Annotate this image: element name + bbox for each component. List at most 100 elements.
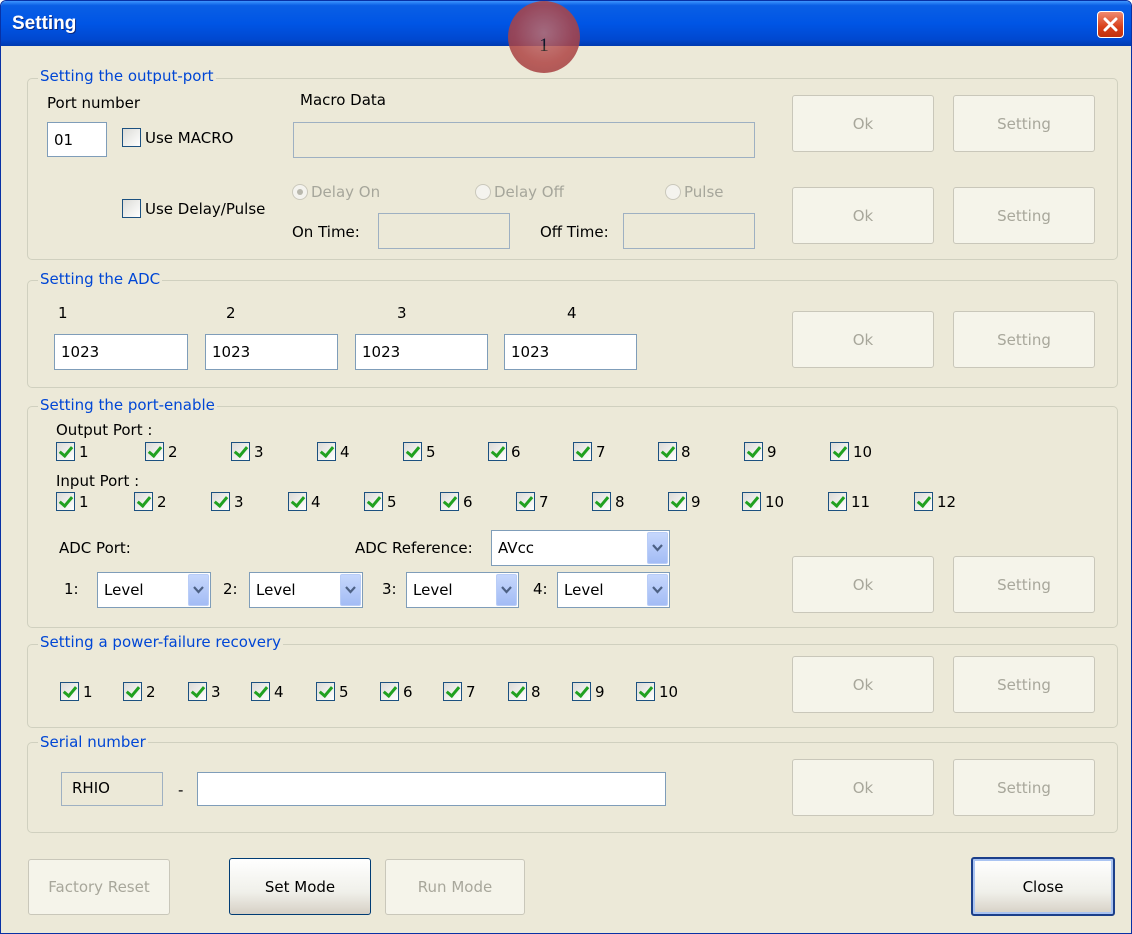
use-delay-pulse-checkbox[interactable]: Use Delay/Pulse [122,199,265,218]
adc-setting-button[interactable]: Setting [953,311,1095,368]
adc-mode-dropdown-2[interactable]: Level [249,572,363,608]
output-port-checkbox-8[interactable]: 8 [658,442,691,461]
input-port-checkbox-5[interactable]: 5 [364,492,397,511]
power-failure-checkbox-4[interactable]: 4 [251,682,284,701]
adc-label-1: 1 [58,304,68,322]
input-port-checkbox-11[interactable]: 11 [828,492,870,511]
input-port-checkbox-6[interactable]: 6 [440,492,473,511]
annotation-marker-label: 1 [539,35,549,56]
power-failure-checkbox-9[interactable]: 9 [572,682,605,701]
serial-number-input[interactable] [197,772,666,806]
input-port-checkbox-4[interactable]: 4 [288,492,321,511]
off-time-label: Off Time: [540,223,609,241]
delay-on-radio[interactable]: Delay On [292,183,380,201]
adc-mode-label-1: 1: [64,580,79,598]
serial-ok-button[interactable]: Ok [792,759,934,816]
macro-data-input[interactable] [293,122,755,158]
on-time-input[interactable] [378,213,510,249]
output-port-checkbox-label: 2 [168,442,178,461]
power-failure-setting-button[interactable]: Setting [953,656,1095,713]
output-macro-ok-button[interactable]: Ok [792,95,934,152]
port-enable-setting-button[interactable]: Setting [953,556,1095,613]
checkbox-checked-icon [742,492,761,511]
input-port-checkbox-12[interactable]: 12 [914,492,956,511]
port-enable-ok-button[interactable]: Ok [792,556,934,613]
input-port-checkbox-9[interactable]: 9 [668,492,701,511]
adc-input-3[interactable]: 1023 [355,334,488,370]
use-macro-label: Use MACRO [145,128,234,147]
checkbox-checked-icon [288,492,307,511]
close-window-button[interactable] [1097,11,1124,38]
output-macro-setting-button[interactable]: Setting [953,95,1095,152]
power-failure-checkbox-label: 7 [466,682,476,701]
input-port-checkbox-label: 8 [615,492,625,511]
input-port-checkbox-3[interactable]: 3 [211,492,244,511]
adc-mode-dropdown-1[interactable]: Level [97,572,211,608]
close-icon [1103,17,1118,32]
factory-reset-button[interactable]: Factory Reset [28,859,170,915]
output-port-checkbox-label: 9 [767,442,777,461]
power-failure-ok-button[interactable]: Ok [792,656,934,713]
chevron-down-icon[interactable] [496,574,517,606]
adc-mode-dropdown-4[interactable]: Level [557,572,670,608]
delay-off-radio[interactable]: Delay Off [475,183,564,201]
serial-setting-button[interactable]: Setting [953,759,1095,816]
input-port-checkbox-2[interactable]: 2 [134,492,167,511]
adc-input-4[interactable]: 1023 [504,334,637,370]
power-failure-checkbox-1[interactable]: 1 [60,682,93,701]
run-mode-button[interactable]: Run Mode [385,859,525,915]
adc-mode-value-2: Level [256,581,296,599]
pulse-radio[interactable]: Pulse [665,183,724,201]
power-failure-checkbox-6[interactable]: 6 [380,682,413,701]
power-failure-checkbox-5[interactable]: 5 [316,682,349,701]
set-mode-button[interactable]: Set Mode [229,858,371,915]
output-port-checkbox-2[interactable]: 2 [145,442,178,461]
chevron-down-icon[interactable] [647,532,668,564]
checkbox-checked-icon [211,492,230,511]
close-button[interactable]: Close [971,857,1115,916]
input-port-checkbox-label: 2 [157,492,167,511]
output-port-checkbox-9[interactable]: 9 [744,442,777,461]
adc-mode-dropdown-3[interactable]: Level [406,572,519,608]
output-port-label: Output Port : [56,421,153,439]
serial-number-legend: Serial number [38,733,148,751]
power-failure-checkbox-8[interactable]: 8 [508,682,541,701]
input-port-checkbox-7[interactable]: 7 [516,492,549,511]
delay-on-label: Delay On [311,183,381,201]
output-port-checkbox-1[interactable]: 1 [56,442,89,461]
checkbox-checked-icon [488,442,507,461]
power-failure-checkbox-2[interactable]: 2 [123,682,156,701]
output-port-checkbox-10[interactable]: 10 [830,442,872,461]
output-port-checkbox-label: 10 [853,442,873,461]
adc-reference-value: AVcc [498,539,535,557]
power-failure-checkbox-label: 10 [659,682,679,701]
power-failure-checkbox-10[interactable]: 10 [636,682,678,701]
use-macro-checkbox[interactable]: Use MACRO [122,128,233,147]
power-failure-legend: Setting a power-failure recovery [38,633,284,651]
port-number-input[interactable]: 01 [47,122,107,157]
output-port-checkbox-3[interactable]: 3 [231,442,264,461]
output-port-checkbox-5[interactable]: 5 [403,442,436,461]
input-port-checkbox-1[interactable]: 1 [56,492,89,511]
power-failure-checkbox-3[interactable]: 3 [188,682,221,701]
adc-input-1[interactable]: 1023 [54,334,188,370]
output-port-checkbox-label: 1 [79,442,89,461]
input-port-checkbox-8[interactable]: 8 [592,492,625,511]
chevron-down-icon[interactable] [340,574,361,606]
off-time-input[interactable] [623,213,755,249]
output-delay-ok-button[interactable]: Ok [792,187,934,244]
output-port-checkbox-7[interactable]: 7 [573,442,606,461]
output-delay-setting-button[interactable]: Setting [953,187,1095,244]
input-port-checkbox-10[interactable]: 10 [742,492,784,511]
adc-reference-dropdown[interactable]: AVcc [491,530,670,566]
output-port-checkbox-4[interactable]: 4 [317,442,350,461]
checkbox-checked-icon [380,682,399,701]
chevron-down-icon[interactable] [647,574,668,606]
chevron-down-icon[interactable] [188,574,209,606]
power-failure-checkbox-7[interactable]: 7 [443,682,476,701]
input-port-checkbox-label: 9 [691,492,701,511]
radio-circle [665,184,681,200]
output-port-checkbox-6[interactable]: 6 [488,442,521,461]
adc-input-2[interactable]: 1023 [205,334,338,370]
adc-ok-button[interactable]: Ok [792,311,934,368]
